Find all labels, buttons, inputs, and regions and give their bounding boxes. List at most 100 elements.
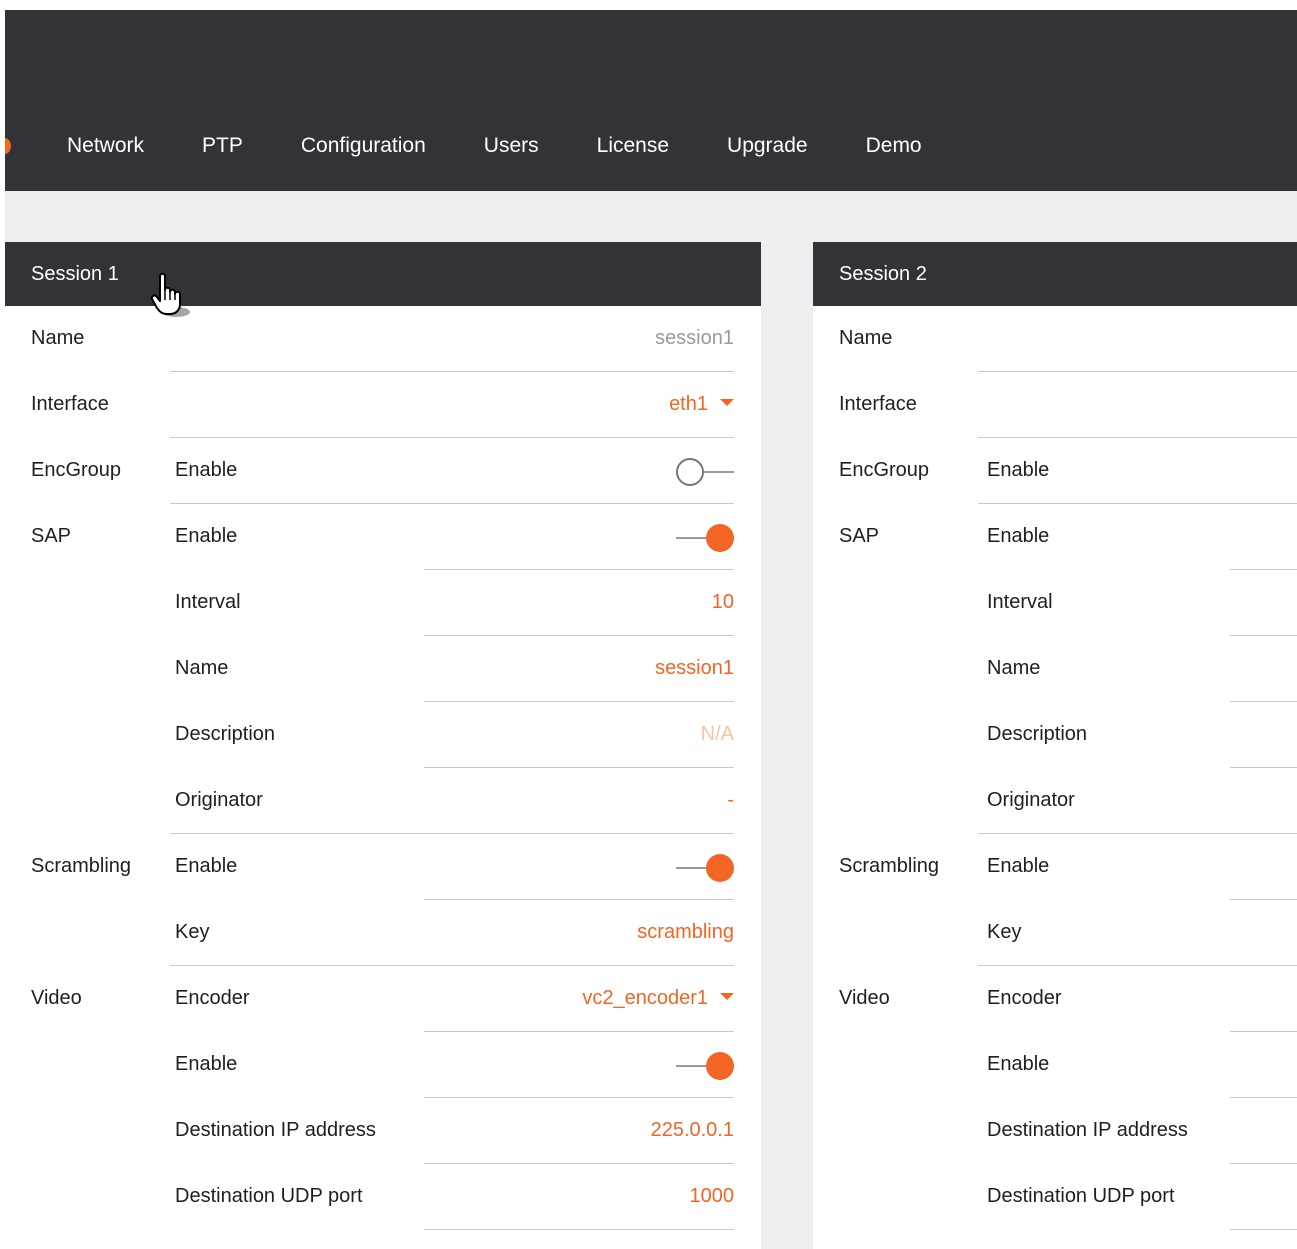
setting-row: Scrambling Enable: [5, 834, 761, 900]
setting-row: Description N/A: [5, 702, 761, 768]
field-value: N/A: [700, 723, 734, 745]
toggle-switch[interactable]: [676, 457, 734, 487]
field-value: 1000: [689, 1185, 735, 1207]
setting-row: Description: [813, 702, 1297, 768]
main-nav: Network PTP Configuration Users License …: [67, 132, 980, 160]
dropdown-select[interactable]: eth1: [669, 391, 734, 417]
field-label: Enable: [175, 855, 238, 877]
nav-users[interactable]: Users: [484, 132, 539, 160]
field-label: Name: [987, 657, 1041, 679]
setting-row: Originator -: [5, 768, 761, 834]
toggle-track: [704, 471, 734, 473]
row-divider: [424, 1229, 734, 1230]
field-label: Enable: [175, 1053, 238, 1075]
value-field[interactable]: scrambling: [637, 919, 734, 945]
dropdown-select[interactable]: vc2_encoder1: [582, 985, 734, 1011]
group-label: Name: [31, 327, 85, 349]
nav-configuration[interactable]: Configuration: [301, 132, 426, 160]
field-label: Description: [175, 723, 276, 745]
field-value: vc2_encoder1: [582, 987, 708, 1009]
toggle-knob: [706, 1052, 734, 1080]
group-label: Scrambling: [31, 855, 132, 877]
setting-row: Interface: [813, 372, 1297, 438]
nav-ptp[interactable]: PTP: [202, 132, 243, 160]
session-1-panel: Session 1 Name session1 Interface eth1 EncGr…: [5, 242, 761, 1249]
setting-row: Destination UDP port: [813, 1164, 1297, 1230]
setting-row: SAP Enable: [813, 504, 1297, 570]
toggle-switch[interactable]: [676, 853, 734, 883]
field-value: eth1: [669, 393, 708, 415]
nav-network[interactable]: Network: [67, 132, 144, 160]
toggle-knob: [676, 458, 704, 486]
value-field[interactable]: session1: [655, 325, 734, 351]
toggle-track: [676, 537, 706, 539]
field-label: Destination UDP port: [987, 1185, 1175, 1207]
caret-down-icon: [720, 399, 734, 407]
field-label: Originator: [987, 789, 1075, 811]
setting-row: Interval 10: [5, 570, 761, 636]
field-label: Enable: [987, 525, 1050, 547]
nav-license[interactable]: License: [597, 132, 669, 160]
field-label: Destination IP address: [175, 1119, 376, 1141]
field-value: session1: [655, 657, 734, 679]
session-1-header[interactable]: Session 1: [5, 242, 761, 306]
field-label: Enable: [987, 1053, 1050, 1075]
field-value: session1: [655, 327, 734, 349]
field-label: Interval: [175, 591, 241, 613]
field-label: Description: [987, 723, 1088, 745]
field-label: Originator: [175, 789, 263, 811]
setting-row: Name: [813, 636, 1297, 702]
app-window: Network PTP Configuration Users License …: [5, 10, 1297, 1249]
setting-row: Enable: [5, 1032, 761, 1098]
field-label: Encoder: [175, 987, 250, 1009]
field-label: Enable: [175, 525, 238, 547]
top-navigation-bar: Network PTP Configuration Users License …: [5, 10, 1297, 191]
toggle-knob: [706, 524, 734, 552]
field-label: Interval: [987, 591, 1053, 613]
field-label: Enable: [175, 459, 238, 481]
setting-row: EncGroup Enable: [813, 438, 1297, 504]
field-label: Key: [987, 921, 1022, 943]
caret-down-icon: [720, 993, 734, 1001]
setting-row: Video Encoder vc2_encoder1: [5, 966, 761, 1032]
toggle-switch[interactable]: [676, 523, 734, 553]
value-field[interactable]: session1: [655, 655, 734, 681]
field-value: 10: [711, 591, 734, 613]
group-label: Video: [31, 987, 82, 1009]
setting-row: Name: [813, 306, 1297, 372]
field-label: Key: [175, 921, 210, 943]
field-value: 225.0.0.1: [650, 1119, 734, 1141]
toggle-switch[interactable]: [676, 1051, 734, 1081]
group-label: Video: [839, 987, 890, 1009]
hand-pointer-cursor-icon: [150, 272, 190, 317]
toggle-track: [676, 1065, 706, 1067]
field-label: Destination UDP port: [175, 1185, 363, 1207]
group-label: SAP: [31, 525, 72, 547]
session-2-header[interactable]: Session 2: [813, 242, 1297, 306]
setting-row: Name session1: [5, 636, 761, 702]
group-label: Interface: [31, 393, 109, 415]
nav-demo[interactable]: Demo: [866, 132, 922, 160]
setting-row: Key scrambling: [5, 900, 761, 966]
value-field[interactable]: -: [727, 787, 734, 813]
row-divider: [1230, 1229, 1297, 1230]
setting-row: Video Encoder: [813, 966, 1297, 1032]
value-field[interactable]: 10: [712, 589, 734, 615]
value-field[interactable]: 1000: [690, 1183, 735, 1209]
toggle-knob: [706, 854, 734, 882]
field-label: Enable: [987, 459, 1050, 481]
group-label: EncGroup: [31, 459, 122, 481]
group-label: Name: [839, 327, 893, 349]
group-label: SAP: [839, 525, 880, 547]
setting-row: Enable: [813, 1032, 1297, 1098]
value-field[interactable]: 225.0.0.1: [651, 1117, 734, 1143]
setting-row: Interval: [813, 570, 1297, 636]
group-label: Scrambling: [839, 855, 940, 877]
field-value: scrambling: [637, 921, 734, 943]
setting-row: EncGroup Enable: [5, 438, 761, 504]
group-label: EncGroup: [839, 459, 930, 481]
nav-upgrade[interactable]: Upgrade: [727, 132, 808, 160]
value-field[interactable]: N/A: [701, 721, 734, 747]
group-label: Interface: [839, 393, 917, 415]
field-label: Enable: [987, 855, 1050, 877]
